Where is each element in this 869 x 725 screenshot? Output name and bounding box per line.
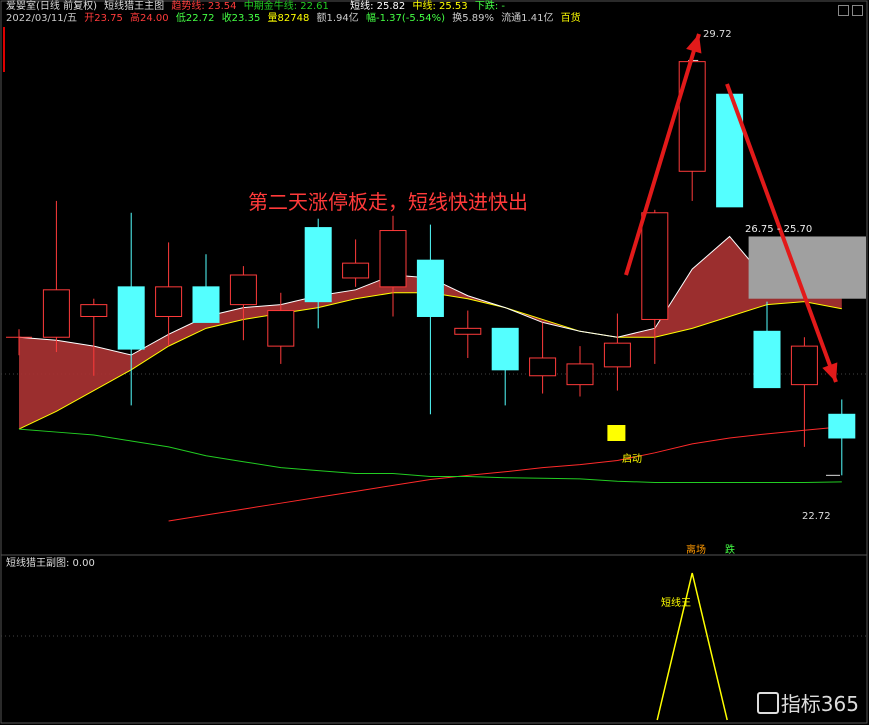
high-price-label: 29.72 (703, 29, 732, 40)
stock-name[interactable]: 爱婴室(日线 前复权) (6, 1, 97, 12)
candle-body (603, 342, 631, 368)
change-value: 幅-1.37(-5.54%) (365, 13, 446, 24)
watermark-logo: 指标365 (756, 688, 859, 717)
sector-value[interactable]: 百货 (561, 13, 581, 24)
candle-body (454, 327, 482, 335)
turnover-value: 换5.89% (452, 13, 494, 24)
low-value: 低22.72 (175, 13, 215, 24)
candle-body (304, 227, 332, 303)
sub-peak-label: 短线王 (661, 596, 691, 609)
candle-body (192, 286, 220, 323)
mid-bull-line (18, 428, 842, 483)
candle-body (416, 259, 444, 317)
candle-body (566, 363, 594, 386)
candle (753, 301, 781, 389)
volume-value: 量82748 (267, 13, 310, 24)
sub-panel-title[interactable]: 短线猎王副图: 0.00 (6, 558, 95, 569)
candle (790, 337, 818, 447)
resistance-zone (748, 236, 866, 299)
sub-panel-header: 短线猎王副图: 0.00 (6, 558, 99, 570)
candle (42, 200, 70, 353)
candle-body (229, 274, 257, 306)
chart-canvas: 第二天涨停板走，短线快进快出 启动 29.72 22.72 26.75 - 25… (0, 0, 868, 724)
candle (828, 399, 856, 476)
mid-bull-value: 中期金牛线: 22.61 (243, 1, 329, 12)
high-value: 高24.00 (130, 13, 169, 24)
logo-icon (756, 692, 779, 714)
candle-body (641, 212, 669, 320)
trend-line-value: 趋势线: 23.54 (171, 1, 237, 12)
candle (566, 346, 594, 397)
amount-value: 额1.94亿 (316, 13, 359, 24)
candle (454, 310, 482, 358)
candle (229, 266, 257, 341)
fall-arrow-head (822, 362, 838, 382)
down-value: 下跌: - (474, 1, 506, 12)
start-signal (607, 425, 626, 441)
candle (342, 239, 370, 287)
candle-body (155, 286, 183, 317)
candle (529, 322, 557, 394)
candle-body (529, 357, 557, 377)
rise-arrow-head (686, 34, 702, 54)
candle-body (828, 413, 856, 439)
sell-label: 离场 (686, 543, 706, 556)
candle-body (267, 310, 295, 347)
candle-body (342, 262, 370, 279)
candle (416, 224, 444, 415)
candle-body (790, 345, 818, 386)
close-value: 收23.35 (221, 13, 261, 24)
open-value: 开23.75 (84, 13, 123, 24)
candle-body (491, 327, 519, 371)
candle (304, 218, 332, 329)
watermark-text: 指标365 (780, 692, 859, 716)
header-row-1: 爱婴室(日线 前复权) 短线猎王主图 趋势线: 23.54 中期金牛线: 22.… (6, 1, 509, 13)
candle (491, 327, 519, 406)
headline-annotation: 第二天涨停板走，短线快进快出 (248, 190, 528, 214)
candle-body (753, 330, 781, 389)
date-value: 2022/03/11/五 (6, 13, 78, 24)
settings-icon[interactable] (838, 5, 849, 16)
candle-body (678, 61, 706, 172)
candle-body (117, 286, 145, 350)
sub-panel-spike (656, 572, 728, 721)
candle (603, 313, 631, 391)
candle (379, 215, 407, 317)
candle (117, 212, 145, 406)
candle (192, 254, 220, 323)
close-icon[interactable] (852, 5, 863, 16)
candle-body (42, 289, 70, 338)
main-indicator-name[interactable]: 短线猎王主图 (104, 1, 164, 12)
trend-line (168, 426, 842, 522)
fall-label: 跌 (725, 543, 735, 556)
short-line-value: 短线: 25.82 (350, 1, 406, 12)
start-label: 启动 (622, 452, 642, 465)
low-price-label: 22.72 (802, 511, 831, 522)
candle (641, 209, 669, 364)
zone-group (748, 236, 866, 299)
mid-line-value: 中线: 25.53 (412, 1, 468, 12)
zone-label: 26.75 - 25.70 (745, 224, 812, 235)
candle-body (80, 304, 108, 317)
sub-panel-group (656, 572, 728, 721)
header-row-2: 2022/03/11/五 开23.75 高24.00 低22.72 收23.35… (6, 13, 585, 25)
float-value: 流通1.41亿 (501, 13, 554, 24)
candle-body (379, 230, 407, 288)
